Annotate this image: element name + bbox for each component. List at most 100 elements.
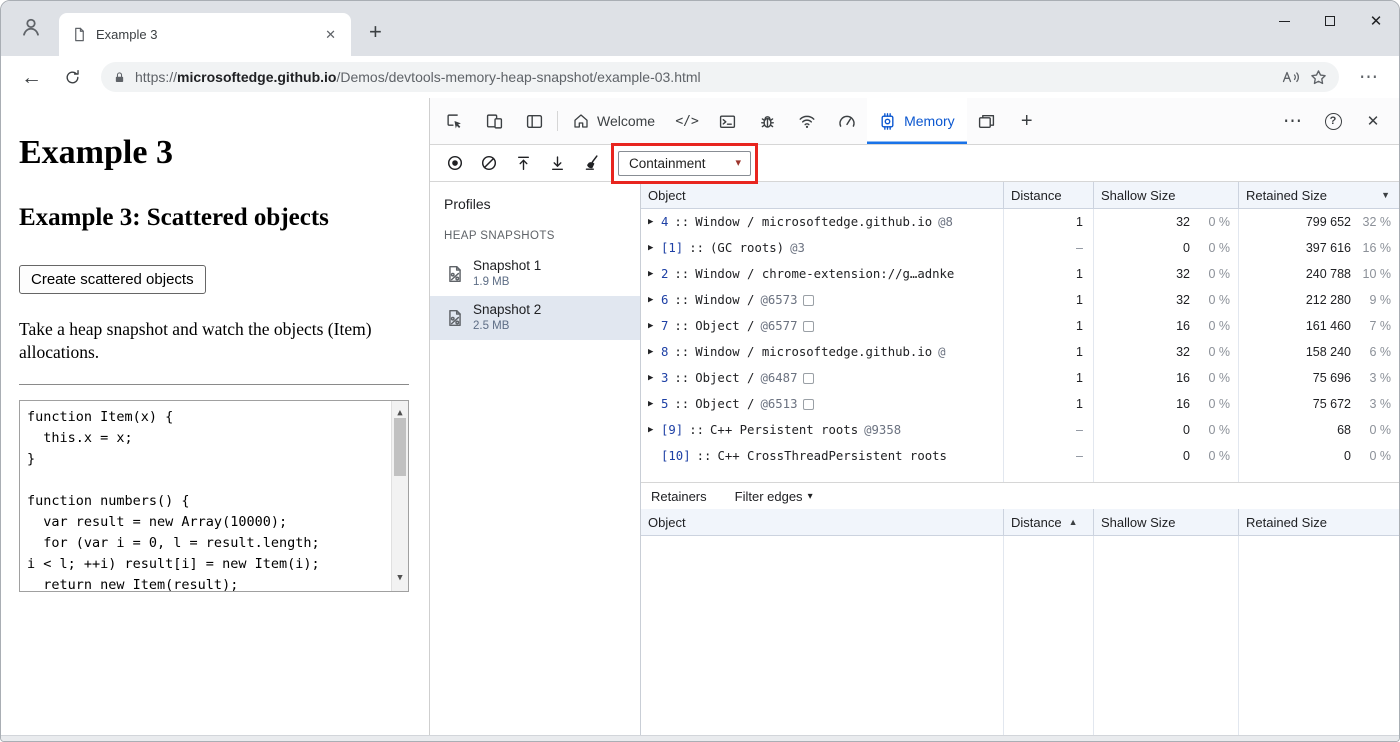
maximize-button[interactable] bbox=[1307, 1, 1353, 41]
bug-icon bbox=[760, 115, 774, 128]
node-index: [9] bbox=[661, 423, 684, 437]
node-name: Window / bbox=[695, 293, 755, 307]
retained-percent: 16 % bbox=[1362, 241, 1392, 255]
profile-avatar[interactable] bbox=[13, 9, 49, 45]
take-snapshot-button[interactable] bbox=[441, 154, 469, 172]
load-snapshot-button[interactable] bbox=[543, 155, 571, 172]
browser-tab[interactable]: Example 3 ✕ bbox=[59, 13, 351, 56]
retainers-column-distance[interactable]: Distance ▲ bbox=[1004, 509, 1094, 535]
collect-garbage-button[interactable] bbox=[577, 154, 605, 172]
shallow-value: 0 bbox=[1183, 241, 1190, 255]
expand-icon[interactable]: ▶ bbox=[648, 425, 661, 435]
node-id: @6573 bbox=[760, 293, 798, 307]
shallow-value: 16 bbox=[1176, 371, 1190, 385]
close-window-button[interactable]: ✕ bbox=[1353, 1, 1399, 41]
retainers-column-object[interactable]: Object bbox=[641, 509, 1004, 535]
retained-size-cell: 161 460 7 % bbox=[1239, 313, 1399, 339]
inspect-element-button[interactable] bbox=[434, 98, 474, 144]
devtools-menu-button[interactable]: ⋯ bbox=[1273, 110, 1313, 133]
heap-row[interactable]: ▶ 2 :: Window / chrome-extension://g…adn… bbox=[641, 261, 1399, 287]
scrollbar-thumb[interactable] bbox=[394, 418, 406, 477]
expand-icon[interactable]: ▶ bbox=[648, 321, 661, 331]
heap-row[interactable]: ▶ 8 :: Window / microsoftedge.github.io … bbox=[641, 339, 1399, 365]
minimize-button[interactable] bbox=[1261, 1, 1307, 41]
expand-icon[interactable]: ▶ bbox=[648, 243, 661, 253]
shallow-percent: 0 % bbox=[1208, 371, 1230, 385]
shallow-value: 16 bbox=[1176, 319, 1190, 333]
tab-memory[interactable]: Memory bbox=[867, 98, 967, 144]
perspective-select[interactable]: Containment ▾ bbox=[618, 150, 752, 176]
back-button[interactable]: ← bbox=[13, 67, 50, 88]
scroll-down-icon[interactable]: ▼ bbox=[392, 568, 408, 589]
expand-icon[interactable]: ▶ bbox=[648, 217, 661, 227]
heap-row[interactable]: ▶ [1] :: (GC roots) @3 – 0 0 % 397 616 1… bbox=[641, 235, 1399, 261]
expand-icon[interactable]: ▶ bbox=[648, 347, 661, 357]
column-header-distance[interactable]: Distance bbox=[1004, 182, 1094, 208]
new-tab-button[interactable]: + bbox=[363, 21, 388, 43]
node-id: @ bbox=[938, 345, 946, 359]
snapshot-item[interactable]: Snapshot 1 1.9 MB bbox=[430, 252, 640, 296]
snapshot-size: 1.9 MB bbox=[473, 276, 510, 289]
close-devtools-button[interactable]: ✕ bbox=[1353, 112, 1393, 130]
tab-performance[interactable] bbox=[827, 98, 867, 144]
tab-close-icon[interactable]: ✕ bbox=[320, 25, 341, 45]
distance-cell: 1 bbox=[1004, 313, 1094, 339]
device-emulation-button[interactable] bbox=[474, 98, 514, 144]
column-header-retained-size[interactable]: Retained Size ▼ bbox=[1239, 182, 1399, 208]
preview-box-icon[interactable] bbox=[803, 398, 815, 410]
clear-profiles-button[interactable] bbox=[475, 154, 503, 172]
retainers-column-retained-size[interactable]: Retained Size bbox=[1239, 509, 1399, 535]
tab-console[interactable] bbox=[707, 98, 747, 144]
retained-size-cell: 68 0 % bbox=[1239, 417, 1399, 443]
expand-icon[interactable]: ▶ bbox=[648, 373, 661, 383]
heap-row[interactable]: ▶ 5 :: Object / @6513 1 16 0 % 75 672 3 … bbox=[641, 391, 1399, 417]
retained-size-cell: 799 652 32 % bbox=[1239, 209, 1399, 235]
help-button[interactable]: ? bbox=[1313, 112, 1353, 130]
tab-issues[interactable] bbox=[747, 98, 787, 144]
node-name: (GC roots) bbox=[710, 241, 785, 255]
heap-row[interactable]: ▶ 4 :: Window / microsoftedge.github.io … bbox=[641, 209, 1399, 235]
snapshot-item[interactable]: Snapshot 2 2.5 MB bbox=[430, 296, 640, 340]
snapshot-name: Snapshot 2 bbox=[473, 302, 542, 318]
node-index: 7 bbox=[661, 319, 669, 333]
expand-icon[interactable]: ▶ bbox=[648, 399, 661, 409]
code-scrollbar[interactable]: ▲ ▼ bbox=[391, 401, 408, 592]
upload-icon bbox=[517, 156, 529, 170]
expand-icon[interactable]: ▶ bbox=[648, 269, 661, 279]
save-snapshot-button[interactable] bbox=[509, 155, 537, 172]
read-aloud-button[interactable] bbox=[1281, 69, 1301, 85]
tab-network[interactable] bbox=[787, 98, 827, 144]
node-name: C++ CrossThreadPersistent roots bbox=[717, 449, 947, 463]
heap-row[interactable]: ▶ [10] :: C++ CrossThreadPersistent root… bbox=[641, 443, 1399, 469]
browser-menu-button[interactable]: ⋯ bbox=[1351, 66, 1387, 89]
reload-button[interactable] bbox=[56, 69, 89, 86]
address-bar[interactable]: https://microsoftedge.github.io/Demos/de… bbox=[101, 62, 1339, 92]
heap-row[interactable]: ▶ [9] :: C++ Persistent roots @9358 – 0 … bbox=[641, 417, 1399, 443]
node-name: Window / microsoftedge.github.io bbox=[695, 345, 933, 359]
retainers-column-shallow-size[interactable]: Shallow Size bbox=[1094, 509, 1239, 535]
more-tools-panel-button[interactable] bbox=[967, 98, 1007, 144]
back-icon: ← bbox=[21, 65, 42, 89]
tab-welcome[interactable]: Welcome bbox=[561, 98, 667, 144]
create-scattered-objects-button[interactable]: Create scattered objects bbox=[19, 265, 206, 294]
snapshot-size: 2.5 MB bbox=[473, 320, 510, 333]
column-header-object[interactable]: Object bbox=[641, 182, 1004, 208]
heap-row[interactable]: ▶ 7 :: Object / @6577 1 16 0 % 161 460 7… bbox=[641, 313, 1399, 339]
node-index: 5 bbox=[661, 397, 669, 411]
favorites-star-button[interactable] bbox=[1310, 69, 1327, 86]
retained-percent: 0 % bbox=[1369, 449, 1391, 463]
heap-row[interactable]: ▶ 6 :: Window / @6573 1 32 0 % 212 280 9… bbox=[641, 287, 1399, 313]
add-tab-button[interactable]: + bbox=[1007, 98, 1047, 144]
code-textarea[interactable]: function Item(x) { this.x = x;} function… bbox=[19, 400, 409, 593]
column-header-shallow-size[interactable]: Shallow Size bbox=[1094, 182, 1239, 208]
distance-cell: – bbox=[1004, 443, 1094, 469]
expand-icon[interactable]: ▶ bbox=[648, 295, 661, 305]
heap-row[interactable]: ▶ 3 :: Object / @6487 1 16 0 % 75 696 3 … bbox=[641, 365, 1399, 391]
tab-sources[interactable]: </> bbox=[667, 98, 707, 144]
activity-bar-layout-button[interactable] bbox=[514, 98, 554, 144]
preview-box-icon[interactable] bbox=[803, 320, 815, 332]
shallow-percent: 0 % bbox=[1208, 241, 1230, 255]
preview-box-icon[interactable] bbox=[803, 294, 815, 306]
filter-edges-dropdown[interactable]: Filter edges ▾ bbox=[735, 489, 813, 504]
preview-box-icon[interactable] bbox=[803, 372, 815, 384]
